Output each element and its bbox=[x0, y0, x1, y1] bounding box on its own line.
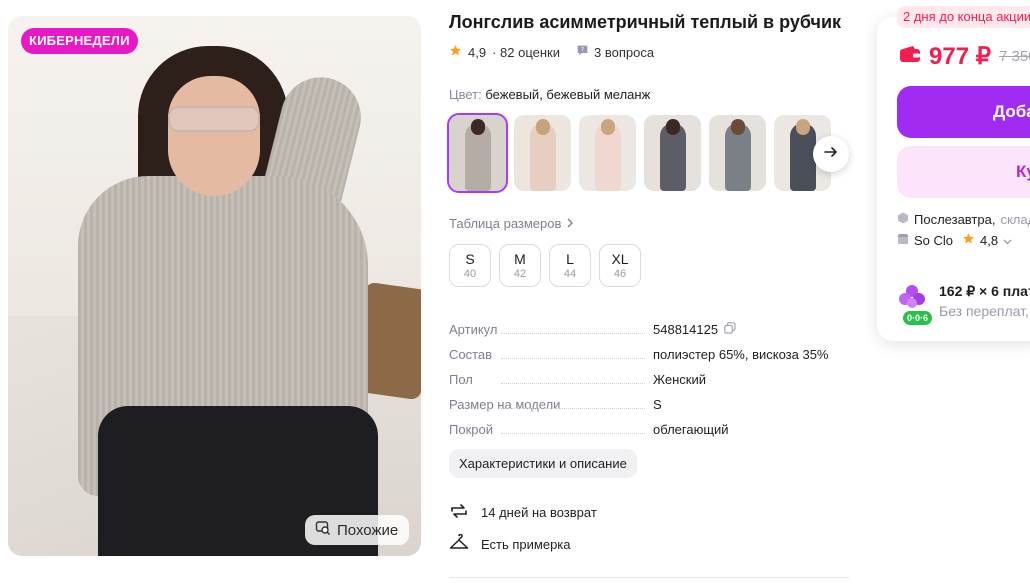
thumbnail-head bbox=[471, 119, 485, 135]
size-option[interactable]: L 44 bbox=[549, 244, 591, 287]
spec-value-text: полиэстер 65%, вискоза 35% bbox=[653, 347, 829, 362]
spec-value-text: облегающий bbox=[653, 422, 729, 437]
section-divider bbox=[449, 577, 849, 578]
spec-key: Размер на модели bbox=[449, 397, 653, 412]
size-name: S bbox=[465, 251, 475, 267]
spec-row: Размер на модели S bbox=[449, 392, 849, 417]
size-table-label: Таблица размеров bbox=[449, 216, 562, 231]
fitting-feature: Есть примерка bbox=[449, 533, 571, 555]
spec-row: Пол Женский bbox=[449, 367, 849, 392]
thumbnail-head bbox=[666, 119, 680, 135]
spec-key: Артикул bbox=[449, 322, 653, 337]
spec-list: Артикул 548814125 Состав полиэстер 65%, вис… bbox=[449, 317, 849, 442]
cyberweek-badge: КИБЕРНЕДЕЛИ bbox=[21, 28, 138, 54]
add-to-cart-button[interactable]: Добавить bbox=[897, 86, 1030, 138]
delivery-info: Послезавтра, склад bbox=[897, 212, 1030, 227]
size-option[interactable]: M 42 bbox=[499, 244, 541, 287]
rating-row: 4,9 · 82 оценки ? 3 вопроса bbox=[449, 44, 654, 60]
shop-icon bbox=[897, 233, 909, 248]
spec-key: Покрой bbox=[449, 422, 653, 437]
color-value: бежевый, бежевый меланж bbox=[485, 87, 651, 102]
product-main-photo[interactable] bbox=[8, 16, 421, 556]
thumbnails-next-button[interactable] bbox=[813, 136, 849, 172]
color-thumbnail[interactable] bbox=[447, 113, 508, 193]
delivery-source: склад bbox=[1000, 212, 1030, 227]
seller-name: So Clo bbox=[914, 232, 954, 248]
questions-link[interactable]: ? 3 вопроса bbox=[576, 44, 654, 60]
chevron-down-icon bbox=[1003, 233, 1012, 248]
size-ru: 42 bbox=[513, 268, 527, 280]
size-name: L bbox=[566, 251, 574, 267]
arrow-right-icon bbox=[823, 144, 839, 165]
buy-now-button[interactable]: Купить bbox=[897, 146, 1030, 198]
spec-key: Состав bbox=[449, 347, 653, 362]
color-thumbnail[interactable] bbox=[644, 115, 701, 191]
seller-info[interactable]: So Clo 4,8 bbox=[897, 232, 1012, 248]
spec-key: Пол bbox=[449, 372, 653, 387]
thumbnail-head bbox=[601, 119, 615, 135]
question-icon: ? bbox=[576, 44, 589, 60]
promo-timer: 2 дня до конца акции bbox=[897, 6, 1030, 28]
spec-value: Женский bbox=[653, 372, 706, 387]
color-label: Цвет: бежевый, бежевый меланж bbox=[449, 87, 650, 102]
warehouse-icon bbox=[897, 212, 909, 227]
delivery-date: Послезавтра, bbox=[914, 212, 996, 227]
spec-row: Артикул 548814125 bbox=[449, 317, 849, 342]
wallet-icon bbox=[899, 45, 921, 68]
spec-value-text: 548814125 bbox=[653, 322, 719, 337]
size-name: M bbox=[514, 251, 526, 267]
size-name: XL bbox=[611, 251, 629, 267]
size-ru: 46 bbox=[613, 268, 627, 280]
fitting-text: Есть примерка bbox=[481, 537, 571, 552]
similar-button[interactable]: Похожие bbox=[305, 515, 409, 545]
current-price: 977 ₽ bbox=[929, 43, 991, 70]
spec-value: 548814125 bbox=[653, 322, 736, 337]
color-thumbnail[interactable] bbox=[709, 115, 766, 191]
color-thumbnails bbox=[447, 113, 831, 193]
size-ru: 44 bbox=[563, 268, 577, 280]
size-option[interactable]: S 40 bbox=[449, 244, 491, 287]
spec-row: Состав полиэстер 65%, вискоза 35% bbox=[449, 342, 849, 367]
thumbnail-head bbox=[731, 119, 745, 135]
model-face bbox=[168, 76, 260, 196]
spec-value: S bbox=[653, 397, 662, 412]
installment-pill: 0·0·6 bbox=[903, 311, 933, 325]
old-price: 7 350 bbox=[998, 48, 1030, 65]
size-option[interactable]: XL 46 bbox=[599, 244, 641, 287]
characteristics-button[interactable]: Характеристики и описание bbox=[449, 449, 637, 478]
color-thumbnail[interactable] bbox=[579, 115, 636, 191]
installment-note: Без переплат, bbox=[939, 303, 1029, 319]
color-thumbnail[interactable] bbox=[514, 115, 571, 191]
similar-label: Похожие bbox=[337, 521, 399, 539]
installment-price: 162 ₽ × 6 платежей bbox=[939, 283, 1030, 299]
price-row: 977 ₽ 7 350 bbox=[899, 42, 1030, 71]
svg-text:?: ? bbox=[581, 46, 584, 54]
return-feature: 14 дней на возврат bbox=[449, 502, 597, 523]
return-text: 14 дней на возврат bbox=[481, 505, 597, 520]
questions-count: 3 вопроса bbox=[593, 44, 655, 60]
size-ru: 40 bbox=[463, 268, 477, 280]
star-icon bbox=[449, 44, 462, 60]
hanger-icon bbox=[449, 533, 469, 555]
color-label-key: Цвет: bbox=[449, 87, 482, 102]
product-title: Лонгслив асимметричный теплый в рубчик bbox=[449, 12, 842, 32]
seller-rating: 4,8 bbox=[980, 232, 999, 248]
chevron-right-icon bbox=[566, 216, 574, 231]
copy-icon[interactable] bbox=[724, 322, 736, 337]
spec-value: полиэстер 65%, вискоза 35% bbox=[653, 347, 829, 362]
spec-value: облегающий bbox=[653, 422, 729, 437]
reviews-count[interactable]: · 82 оценки bbox=[492, 45, 560, 60]
thumbnail-head bbox=[796, 119, 810, 135]
size-selector: S 40 M 42 L 44 XL 46 bbox=[449, 244, 641, 287]
spec-row: Покрой облегающий bbox=[449, 417, 849, 442]
seller-star-icon bbox=[962, 232, 975, 248]
thumbnail-head bbox=[536, 119, 550, 135]
rating-value: 4,9 bbox=[468, 44, 487, 60]
spec-value-text: Женский bbox=[653, 372, 706, 387]
spec-value-text: S bbox=[653, 397, 662, 412]
similar-icon bbox=[315, 520, 331, 540]
model-glasses bbox=[168, 106, 260, 132]
return-icon bbox=[449, 502, 469, 523]
size-table-link[interactable]: Таблица размеров bbox=[449, 216, 574, 231]
